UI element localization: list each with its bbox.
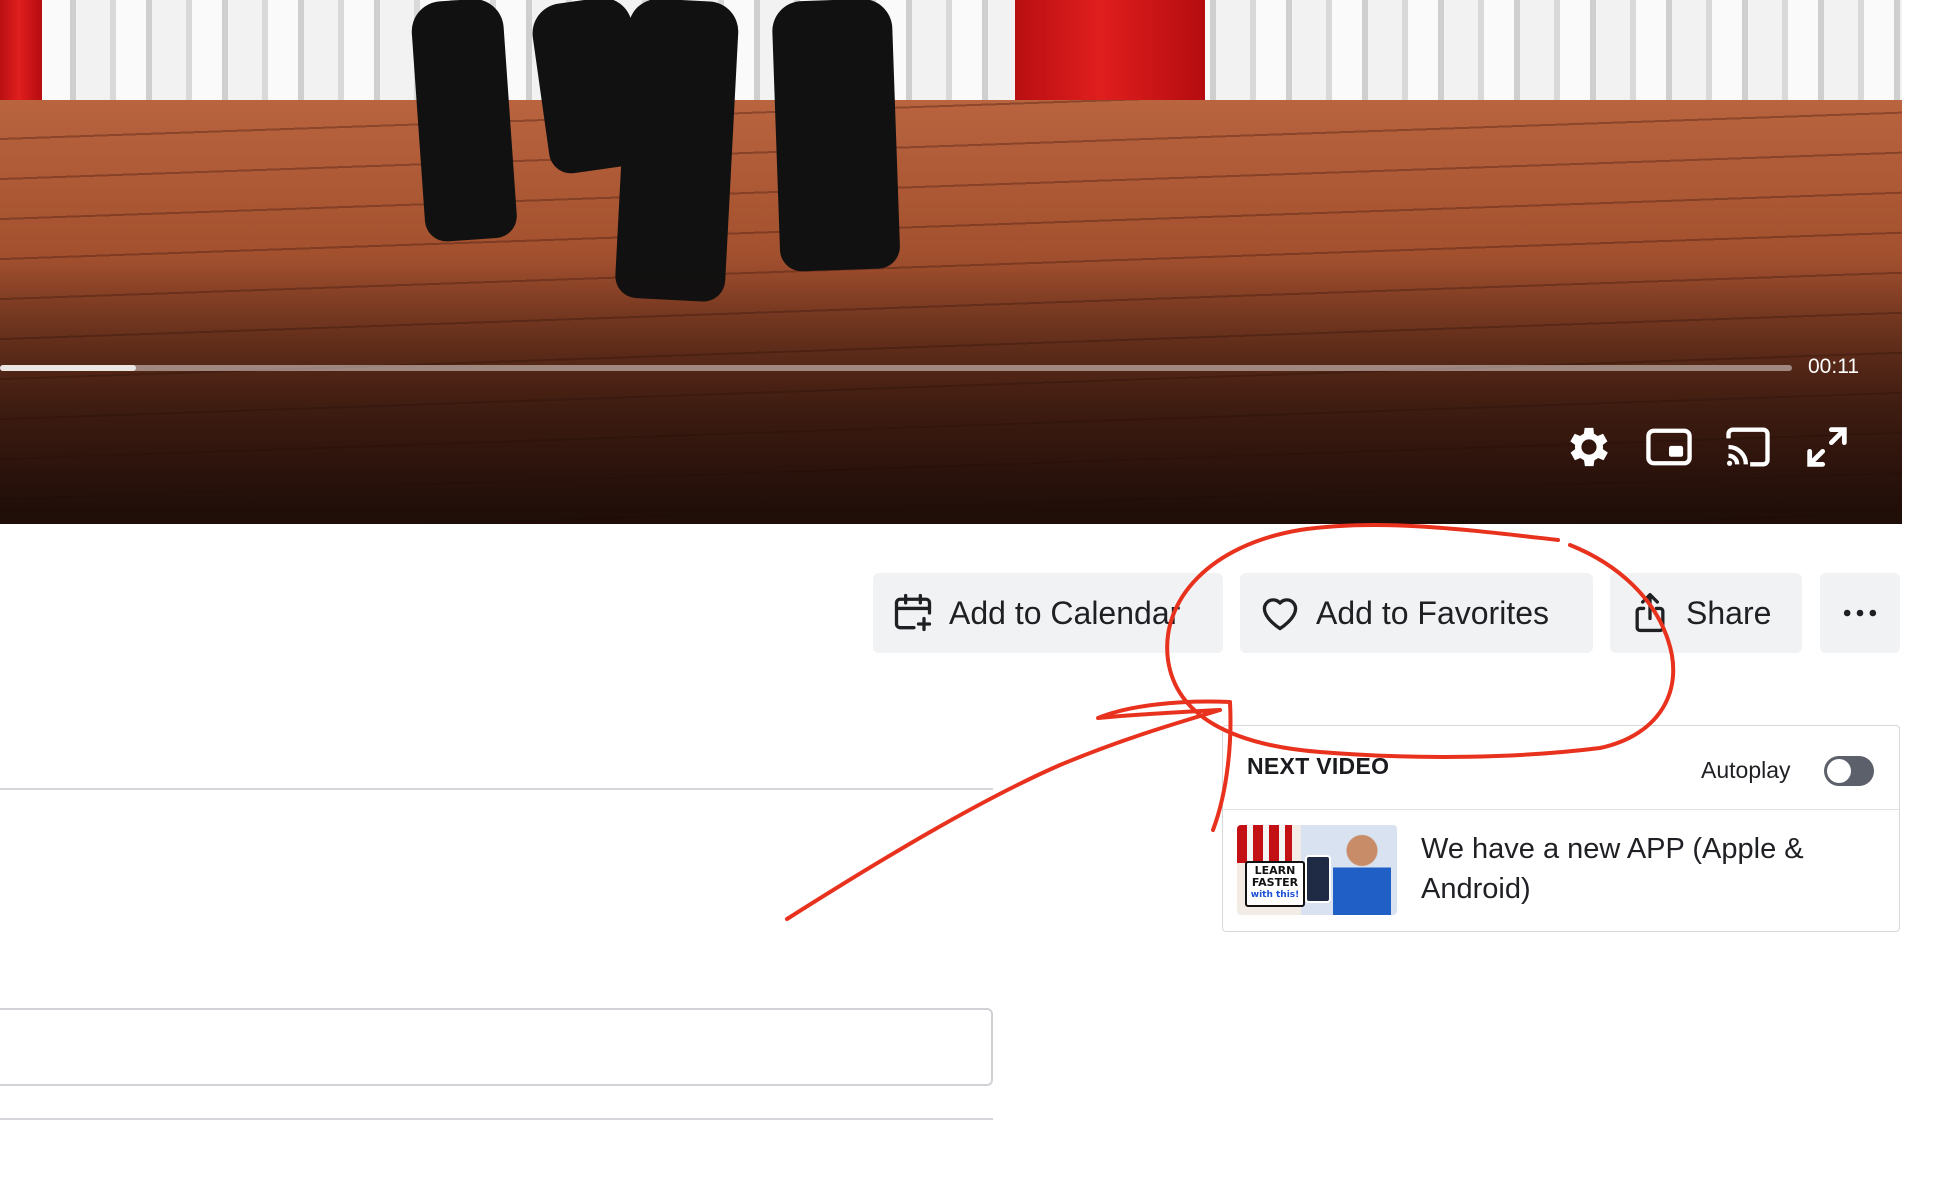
add-to-calendar-button[interactable]: Add to Calendar — [873, 573, 1223, 653]
autoplay-label: Autoplay — [1701, 757, 1791, 783]
phone-icon — [1305, 855, 1331, 903]
thumbnail-badge: LEARN FASTER with this! — [1245, 861, 1305, 907]
next-video-card: NEXT VIDEO Autoplay LEARN FASTER with th… — [1222, 725, 1900, 932]
thumbnail-person — [1333, 829, 1391, 915]
miniplayer-button[interactable] — [1640, 418, 1698, 476]
video-player[interactable]: 00:11 — [0, 0, 1902, 524]
next-video-title[interactable]: We have a new APP (Apple & Android) — [1421, 829, 1861, 909]
add-to-favorites-label: Add to Favorites — [1316, 594, 1549, 631]
dancer-leg — [771, 0, 901, 273]
video-curtain — [0, 0, 1902, 110]
thumbnail-curtain — [1237, 825, 1292, 863]
dancer-leg — [409, 0, 519, 243]
picture-in-picture-icon — [1646, 428, 1692, 466]
section-divider — [0, 1118, 993, 1120]
cast-button[interactable] — [1719, 418, 1777, 476]
thumbnail-text-line: with this! — [1250, 890, 1300, 900]
progress-bar-fill — [0, 365, 137, 371]
annotation-arrow — [785, 699, 1233, 921]
heart-icon — [1262, 598, 1298, 631]
add-to-calendar-label: Add to Calendar — [949, 594, 1181, 631]
autoplay-toggle-knob — [1827, 759, 1851, 783]
more-options-button[interactable] — [1820, 573, 1900, 653]
next-video-item[interactable]: LEARN FASTER with this! We have a new AP… — [1237, 825, 1887, 917]
share-label: Share — [1686, 594, 1772, 631]
progress-bar[interactable] — [0, 365, 1792, 371]
more-horizontal-icon — [1843, 609, 1877, 617]
dancer-leg — [614, 0, 740, 303]
gear-icon — [1570, 427, 1608, 467]
time-display: 00:11 — [1808, 355, 1859, 378]
settings-button[interactable] — [1560, 418, 1618, 476]
fullscreen-icon — [1807, 427, 1847, 467]
section-divider — [0, 788, 993, 790]
calendar-plus-icon — [894, 593, 932, 632]
add-to-favorites-button[interactable]: Add to Favorites — [1240, 573, 1593, 653]
next-video-thumbnail[interactable]: LEARN FASTER with this! — [1237, 825, 1397, 915]
next-video-header: NEXT VIDEO Autoplay — [1223, 726, 1899, 810]
controls-gradient — [0, 264, 1902, 524]
comment-input[interactable] — [0, 1008, 993, 1086]
share-button[interactable]: Share — [1610, 573, 1802, 653]
next-video-heading: NEXT VIDEO — [1247, 753, 1390, 779]
fullscreen-button[interactable] — [1798, 418, 1856, 476]
share-icon — [1635, 593, 1665, 633]
thumbnail-text-line: FASTER — [1251, 876, 1299, 889]
autoplay-toggle[interactable] — [1824, 756, 1874, 786]
cast-icon — [1726, 427, 1770, 467]
